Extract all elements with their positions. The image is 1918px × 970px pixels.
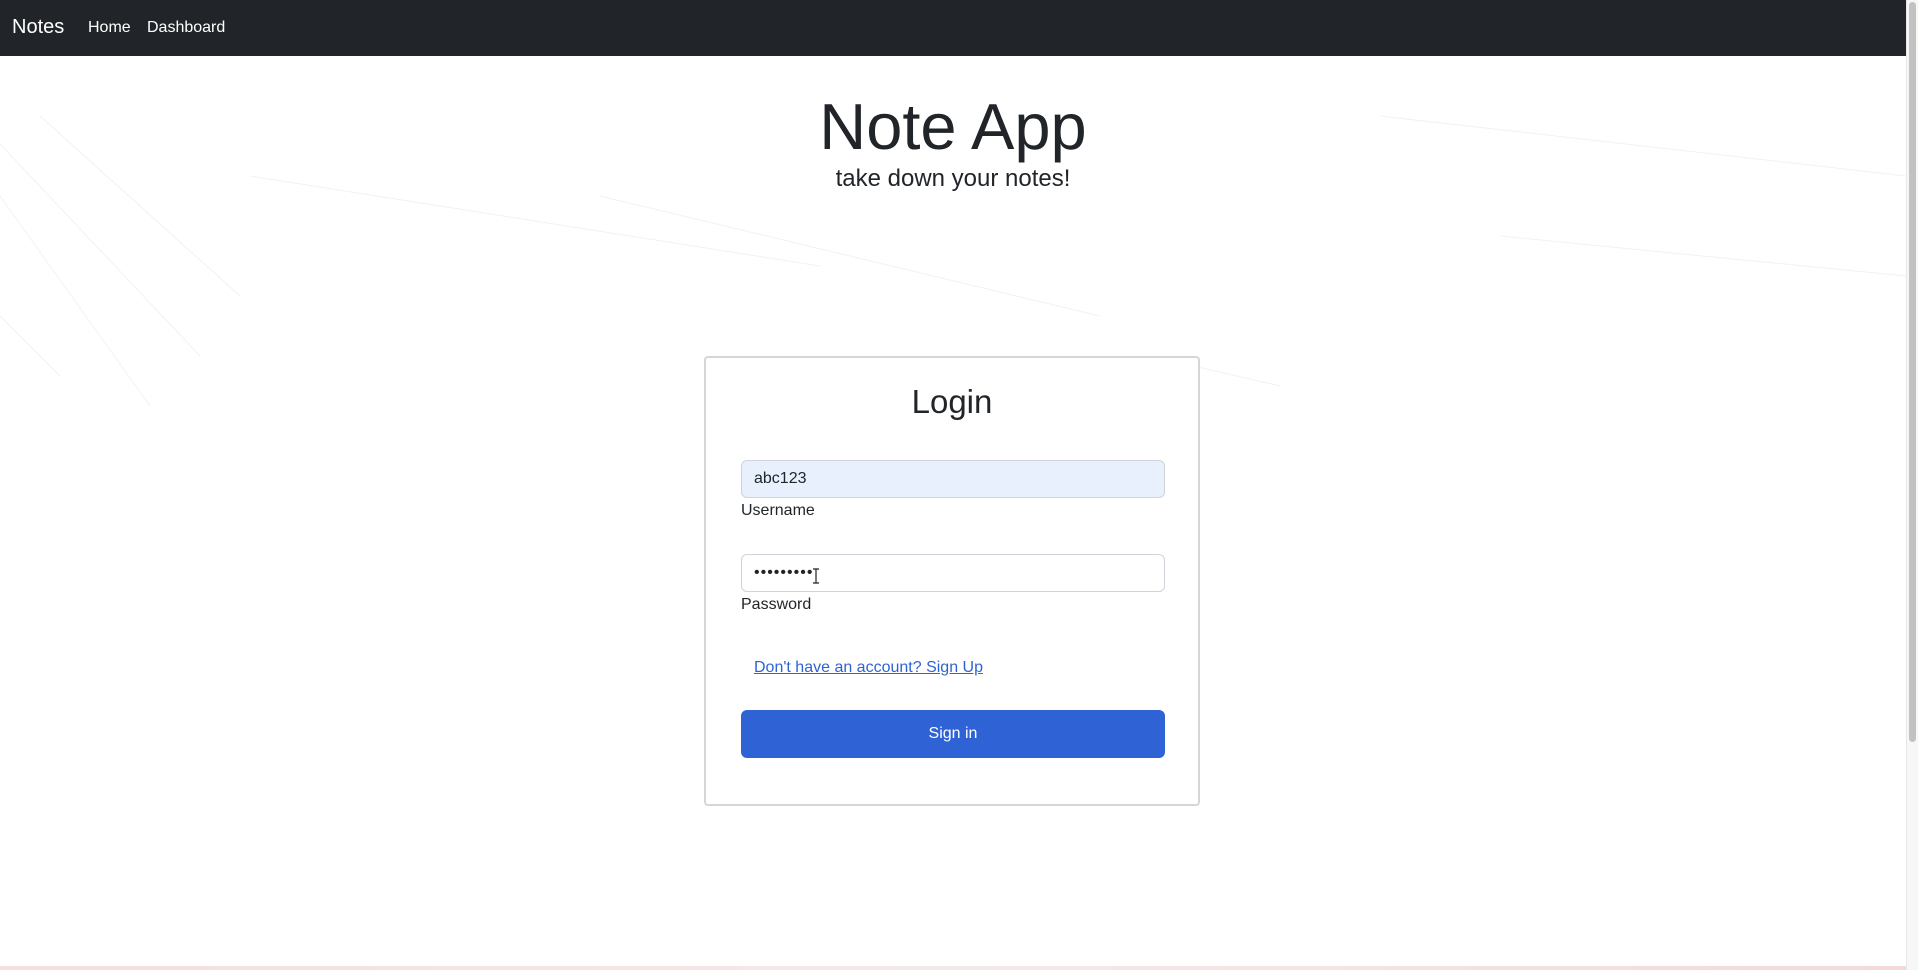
password-label: Password: [741, 596, 812, 613]
vertical-scrollbar[interactable]: [1906, 0, 1918, 970]
login-title: Login: [911, 383, 993, 420]
password-input[interactable]: [741, 554, 1165, 592]
browser-viewport: Notes Home Dashboard Note App take down …: [0, 0, 1918, 970]
nav-link-home[interactable]: Home: [88, 18, 131, 38]
nav-link-dashboard[interactable]: Dashboard: [147, 18, 225, 38]
bottom-edge: [0, 966, 1906, 970]
top-navbar: Notes Home Dashboard: [0, 0, 1906, 56]
login-card: Login Username Password Don't have an ac…: [704, 356, 1200, 806]
signup-link[interactable]: Don't have an account? Sign Up: [754, 658, 983, 678]
sign-in-button[interactable]: Sign in: [741, 710, 1165, 758]
page-subtitle: take down your notes!: [835, 165, 1071, 192]
brand-link[interactable]: Notes: [12, 15, 64, 39]
page: Notes Home Dashboard Note App take down …: [0, 0, 1906, 970]
scrollbar-thumb[interactable]: [1909, 2, 1916, 742]
page-title: Note App: [819, 90, 1087, 163]
username-label: Username: [741, 502, 815, 519]
username-input[interactable]: [741, 460, 1165, 498]
